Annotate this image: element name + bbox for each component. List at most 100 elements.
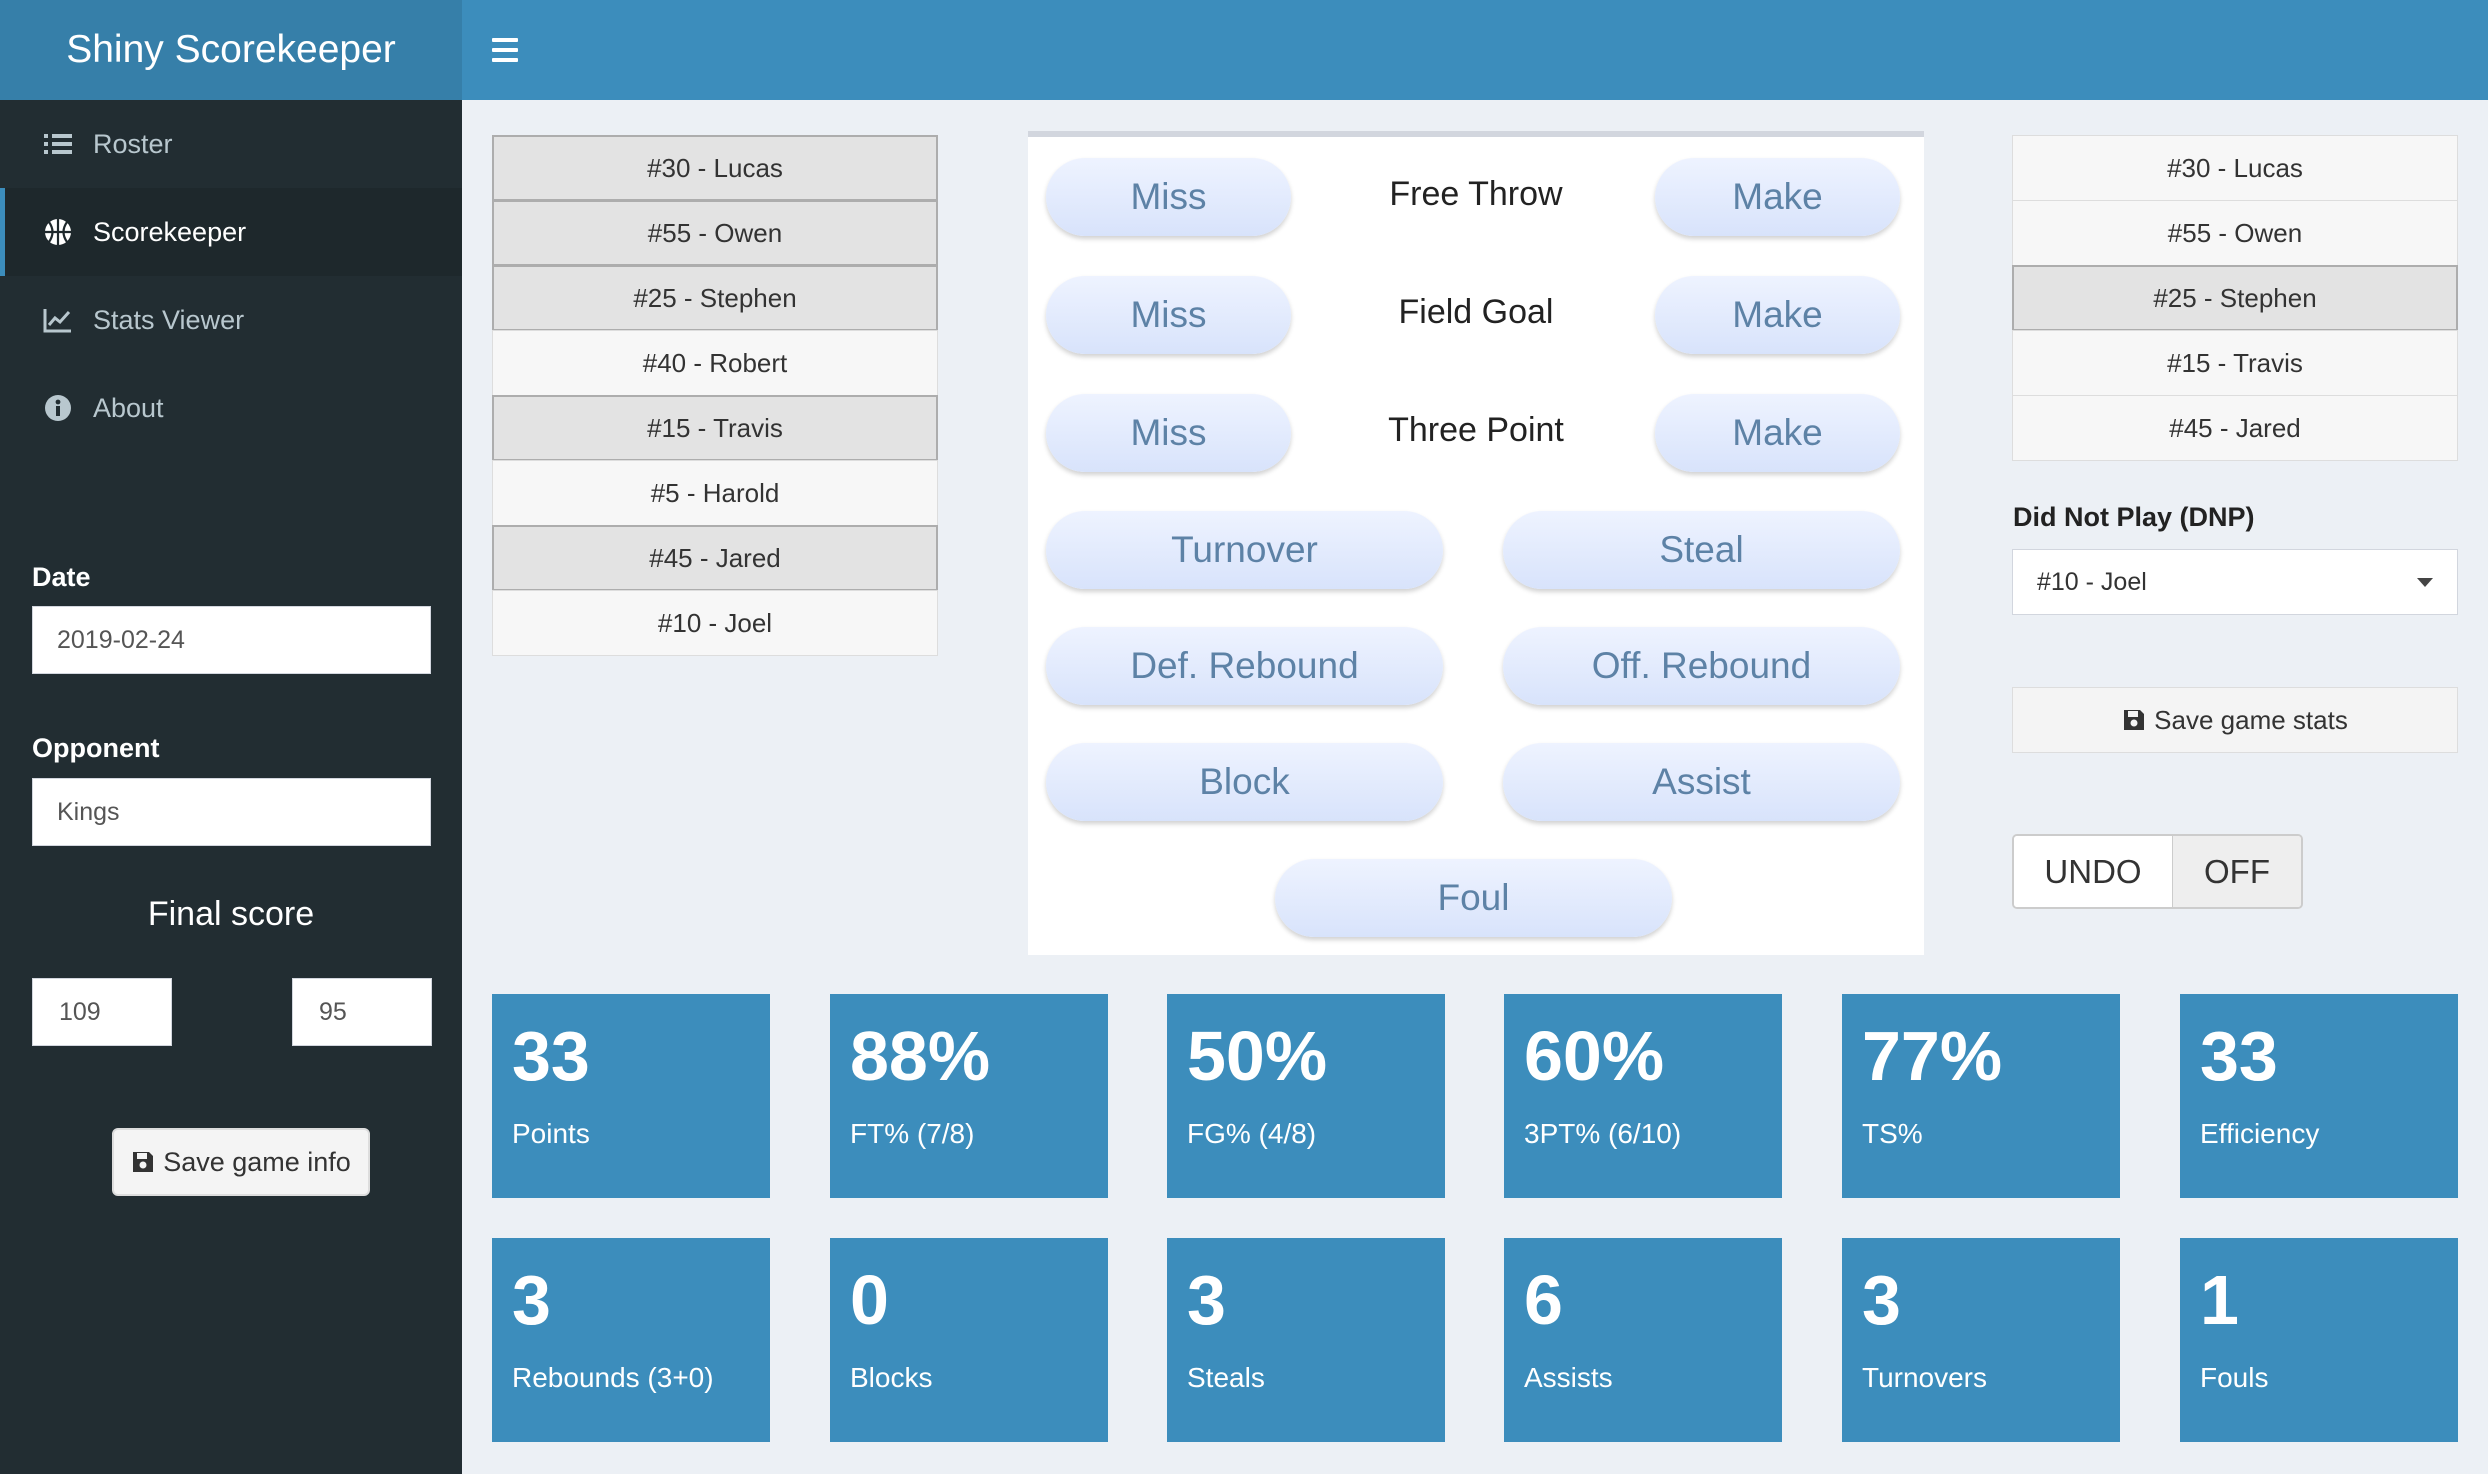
- stat-value: 77%: [1862, 1017, 2003, 1095]
- stat-value: 3: [1187, 1261, 1226, 1339]
- player-button-joel[interactable]: #10 - Joel: [492, 590, 938, 656]
- three-point-make-button[interactable]: Make: [1655, 394, 1900, 472]
- field-goal-make-button[interactable]: Make: [1655, 276, 1900, 354]
- save-game-info-label: Save game info: [163, 1146, 351, 1177]
- floppy-disk-icon: [131, 1150, 155, 1174]
- player-button-robert[interactable]: #40 - Robert: [492, 330, 938, 396]
- final-score-label: Final score: [147, 895, 315, 933]
- stat-value: 0: [850, 1261, 889, 1339]
- score-us-input[interactable]: 109: [32, 978, 172, 1046]
- line-chart-icon: [41, 303, 75, 337]
- stat-label: Steals: [1187, 1362, 1265, 1393]
- list-icon: [41, 127, 75, 161]
- stat-box-points: 33 Points: [492, 994, 770, 1198]
- stat-label: FT% (7/8): [850, 1118, 975, 1149]
- opponent-label: Opponent: [32, 733, 160, 763]
- player-button-jared[interactable]: #45 - Jared: [492, 525, 938, 591]
- three-point-label: Three Point: [1388, 411, 1564, 449]
- on-court-player-list: #30 - Lucas #55 - Owen #25 - Stephen #40…: [492, 135, 938, 656]
- stat-value: 33: [512, 1017, 590, 1095]
- stat-label: Efficiency: [2200, 1118, 2320, 1149]
- player-button-travis[interactable]: #15 - Travis: [492, 395, 938, 461]
- player-select-jared[interactable]: #45 - Jared: [2012, 395, 2458, 461]
- block-button[interactable]: Block: [1046, 743, 1443, 821]
- stat-value: 3: [1862, 1261, 1901, 1339]
- turnover-button[interactable]: Turnover: [1046, 511, 1443, 589]
- free-throw-miss-button[interactable]: Miss: [1046, 158, 1291, 236]
- stat-value: 1: [2200, 1261, 2239, 1339]
- sidebar-item-label: Scorekeeper: [93, 216, 247, 247]
- stat-box-assists: 6 Assists: [1504, 1238, 1782, 1442]
- stat-label: Turnovers: [1862, 1362, 1988, 1393]
- stat-box-ts-pct: 77% TS%: [1842, 994, 2120, 1198]
- stat-value: 6: [1524, 1261, 1563, 1339]
- stat-label: Blocks: [850, 1362, 933, 1393]
- stat-label: FG% (4/8): [1187, 1118, 1317, 1149]
- stat-value: 60%: [1524, 1017, 1665, 1095]
- score-them-input[interactable]: 95: [292, 978, 432, 1046]
- undo-toggle-state: OFF: [2172, 836, 2301, 907]
- field-goal-label: Field Goal: [1398, 293, 1554, 331]
- free-throw-label: Free Throw: [1389, 175, 1563, 213]
- action-button-panel: Miss Free Throw Make Miss Field Goal Mak…: [1028, 131, 1924, 955]
- stat-value: 50%: [1187, 1017, 1328, 1095]
- player-button-stephen[interactable]: #25 - Stephen: [492, 265, 938, 331]
- stat-box-steals: 3 Steals: [1167, 1238, 1445, 1442]
- free-throw-make-button[interactable]: Make: [1655, 158, 1900, 236]
- stat-label: 3PT% (6/10): [1524, 1118, 1682, 1149]
- player-select-travis[interactable]: #15 - Travis: [2012, 330, 2458, 396]
- sidebar-item-about[interactable]: About: [0, 364, 462, 452]
- stat-value: 88%: [850, 1017, 991, 1095]
- assist-button[interactable]: Assist: [1503, 743, 1900, 821]
- three-point-miss-button[interactable]: Miss: [1046, 394, 1291, 472]
- stat-label: Fouls: [2200, 1362, 2269, 1393]
- dnp-select[interactable]: #10 - Joel: [2012, 549, 2458, 615]
- field-goal-miss-button[interactable]: Miss: [1046, 276, 1291, 354]
- sidebar-item-label: About: [93, 392, 164, 423]
- app-brand[interactable]: Shiny Scorekeeper: [0, 0, 462, 100]
- save-game-info-button[interactable]: Save game info: [112, 1128, 370, 1196]
- player-select-owen[interactable]: #55 - Owen: [2012, 200, 2458, 266]
- sidebar: Roster Scorekeeper Stats Viewer About Da…: [0, 100, 462, 1474]
- stat-box-fouls: 1 Fouls: [2180, 1238, 2458, 1442]
- player-button-owen[interactable]: #55 - Owen: [492, 200, 938, 266]
- sidebar-item-roster[interactable]: Roster: [0, 100, 462, 188]
- player-button-harold[interactable]: #5 - Harold: [492, 460, 938, 526]
- stat-box-blocks: 0 Blocks: [830, 1238, 1108, 1442]
- save-game-stats-label: Save game stats: [2154, 704, 2348, 735]
- save-game-stats-button[interactable]: Save game stats: [2012, 687, 2458, 753]
- dnp-label: Did Not Play (DNP): [2013, 502, 2255, 532]
- basketball-icon: [41, 215, 75, 249]
- player-button-lucas[interactable]: #30 - Lucas: [492, 135, 938, 201]
- stat-value: 33: [2200, 1017, 2278, 1095]
- sidebar-item-scorekeeper[interactable]: Scorekeeper: [0, 188, 462, 276]
- caret-down-icon: [2417, 578, 2433, 587]
- steal-button[interactable]: Steal: [1503, 511, 1900, 589]
- floppy-disk-icon: [2122, 708, 2146, 732]
- player-select-lucas[interactable]: #30 - Lucas: [2012, 135, 2458, 201]
- sidebar-item-label: Stats Viewer: [93, 304, 245, 335]
- date-label: Date: [32, 562, 91, 592]
- undo-toggle[interactable]: UNDO OFF: [2012, 834, 2303, 909]
- stat-label: Assists: [1524, 1362, 1613, 1393]
- sidebar-item-label: Roster: [93, 128, 173, 159]
- hamburger-icon[interactable]: [492, 28, 536, 72]
- stat-box-ft-pct: 88% FT% (7/8): [830, 994, 1108, 1198]
- date-input[interactable]: 2019-02-24: [32, 606, 431, 674]
- stat-value: 3: [512, 1261, 551, 1339]
- foul-button[interactable]: Foul: [1275, 859, 1672, 937]
- opponent-input[interactable]: Kings: [32, 778, 431, 846]
- stat-box-3pt-pct: 60% 3PT% (6/10): [1504, 994, 1782, 1198]
- stat-box-fg-pct: 50% FG% (4/8): [1167, 994, 1445, 1198]
- stat-box-rebounds: 3 Rebounds (3+0): [492, 1238, 770, 1442]
- stat-label: TS%: [1862, 1118, 1923, 1149]
- sidebar-item-stats-viewer[interactable]: Stats Viewer: [0, 276, 462, 364]
- stat-label: Points: [512, 1118, 590, 1149]
- selected-player-list: #30 - Lucas #55 - Owen #25 - Stephen #15…: [2012, 135, 2458, 461]
- def-rebound-button[interactable]: Def. Rebound: [1046, 627, 1443, 705]
- undo-toggle-label: UNDO: [2014, 836, 2172, 907]
- info-circle-icon: [41, 391, 75, 425]
- stat-box-turnovers: 3 Turnovers: [1842, 1238, 2120, 1442]
- player-select-stephen[interactable]: #25 - Stephen: [2012, 265, 2458, 331]
- off-rebound-button[interactable]: Off. Rebound: [1503, 627, 1900, 705]
